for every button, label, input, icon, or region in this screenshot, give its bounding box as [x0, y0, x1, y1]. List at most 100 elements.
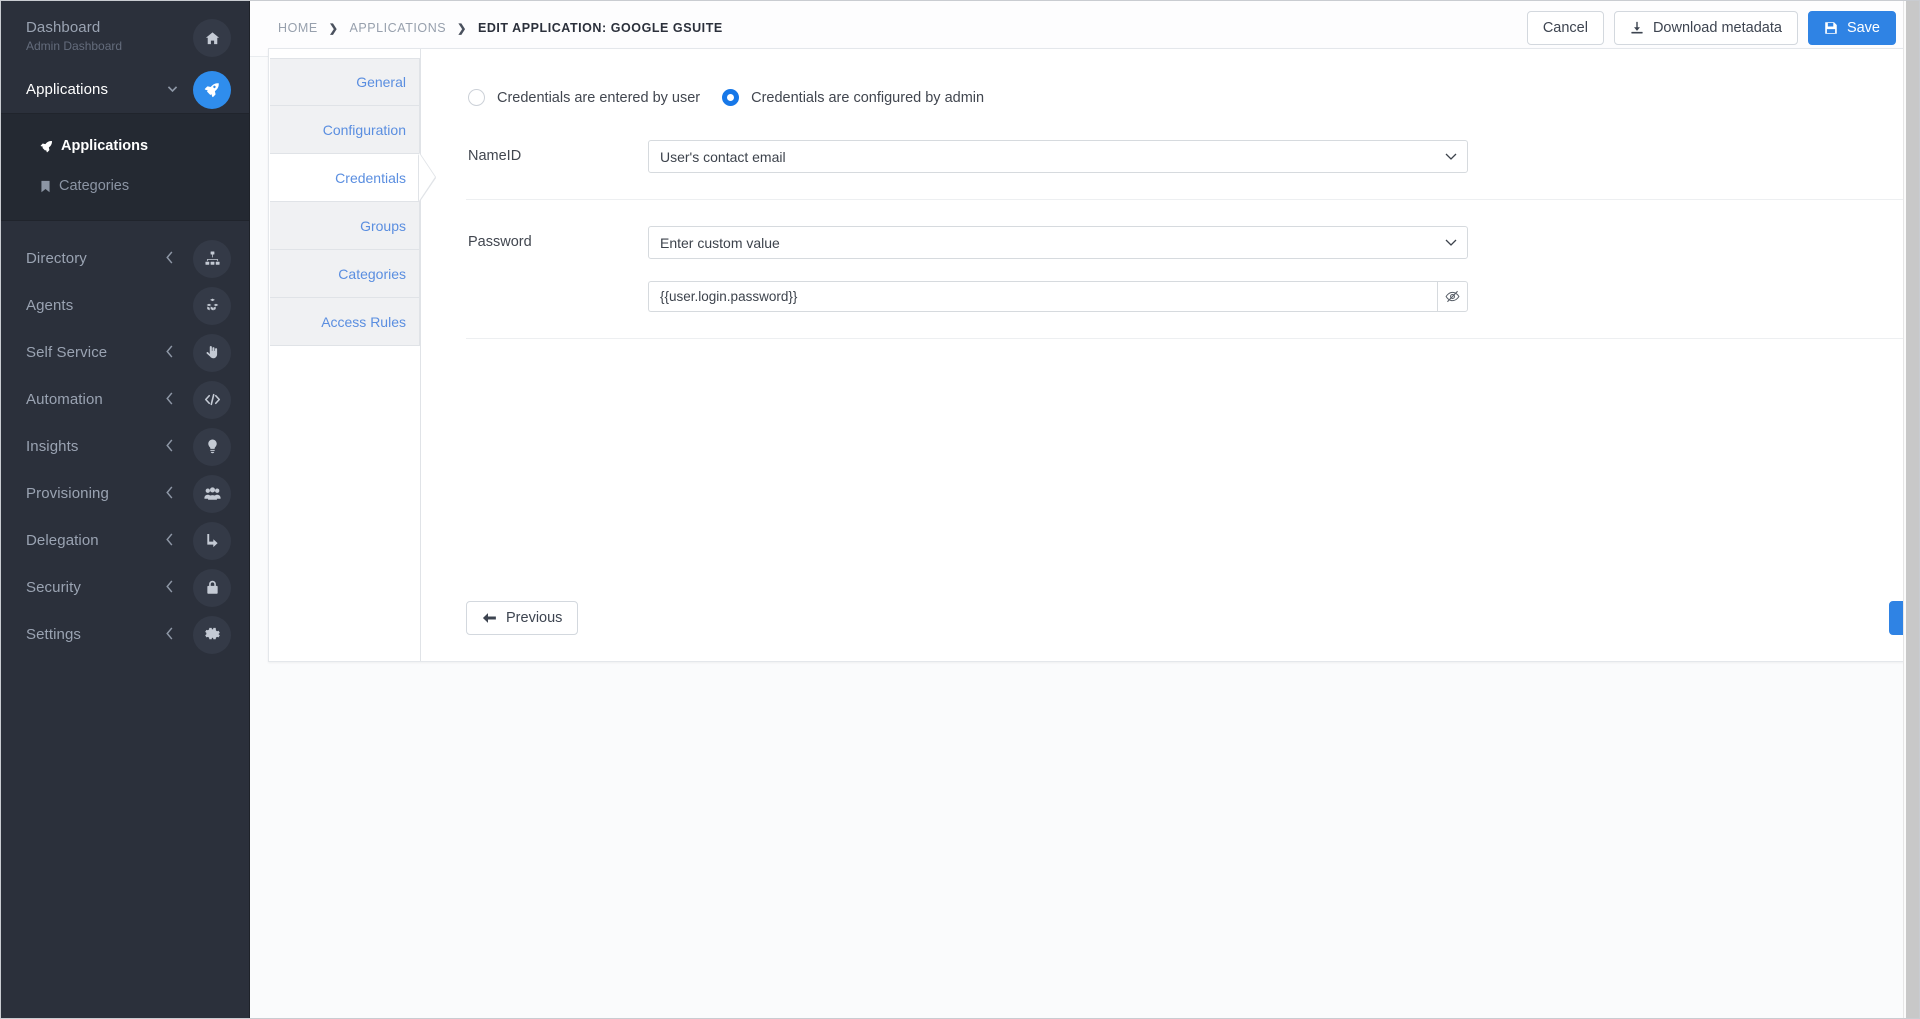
- sidebar: Dashboard Admin Dashboard Applications A…: [0, 0, 250, 1019]
- chevron-left-icon[interactable]: [165, 485, 175, 502]
- sidebar-subitem-label: Applications: [61, 138, 149, 154]
- breadcrumb-home[interactable]: HOME: [278, 21, 318, 35]
- password-field-col: Enter custom value {{user.login.password…: [648, 226, 1468, 312]
- nameid-label: NameID: [468, 148, 522, 164]
- app-root: Dashboard Admin Dashboard Applications A…: [0, 0, 1920, 1019]
- rocket-icon[interactable]: [193, 70, 231, 109]
- save-button-top[interactable]: Save: [1807, 11, 1896, 45]
- sidebar-item-label: Security: [26, 579, 81, 596]
- tab-credentials[interactable]: Credentials: [270, 153, 436, 203]
- breadcrumb-current: EDIT APPLICATION: GOOGLE GSUITE: [477, 21, 723, 35]
- credentials-mode-radio-group: Credentials are entered by user Credenti…: [466, 89, 1920, 106]
- sidebar-subitem-applications[interactable]: Applications: [0, 126, 249, 166]
- tab-groups[interactable]: Groups: [270, 202, 420, 250]
- password-input-group: {{user.login.password}}: [648, 281, 1468, 312]
- eye-slash-icon[interactable]: [1437, 281, 1468, 312]
- radio-credentials-entered-by-user[interactable]: Credentials are entered by user: [468, 89, 700, 106]
- chevron-left-icon[interactable]: [165, 250, 175, 267]
- scrollbar-thumb[interactable]: [1906, 0, 1919, 1019]
- sidebar-dashboard-subtitle: Admin Dashboard: [26, 39, 123, 53]
- vertical-scrollbar[interactable]: [1903, 0, 1920, 1019]
- sidebar-item-label: Agents: [26, 297, 74, 314]
- chevron-left-icon[interactable]: [165, 532, 175, 549]
- tab-categories[interactable]: Categories: [270, 250, 420, 298]
- rocket-icon: [40, 140, 53, 153]
- bookmark-icon: [40, 180, 51, 193]
- tab-label: Groups: [360, 217, 406, 234]
- chevron-left-icon[interactable]: [165, 579, 175, 596]
- credentials-pane: Credentials are entered by user Credenti…: [421, 49, 1920, 661]
- sidebar-item-settings[interactable]: Settings: [0, 611, 249, 658]
- radio-circle-icon[interactable]: [468, 89, 485, 106]
- previous-button-label: Previous: [506, 610, 563, 626]
- sidebar-subitem-label: Categories: [59, 178, 130, 194]
- password-custom-value-text: {{user.login.password}}: [660, 289, 798, 304]
- sidebar-item-applications[interactable]: Applications: [0, 66, 249, 113]
- code-icon[interactable]: [193, 380, 231, 419]
- cancel-button-label: Cancel: [1542, 20, 1588, 36]
- cancel-button[interactable]: Cancel: [1526, 11, 1604, 45]
- chevron-left-icon[interactable]: [165, 391, 175, 408]
- chevron-down-icon[interactable]: [166, 82, 179, 97]
- chevron-left-icon[interactable]: [165, 626, 175, 643]
- download-metadata-button[interactable]: Download metadata: [1613, 11, 1798, 45]
- tab-access-rules[interactable]: Access Rules: [270, 298, 420, 346]
- password-label: Password: [468, 234, 532, 250]
- level-down-icon[interactable]: [193, 521, 231, 560]
- chevron-left-icon[interactable]: [165, 438, 175, 455]
- password-source-value: Enter custom value: [660, 234, 780, 251]
- sidebar-item-automation[interactable]: Automation: [0, 376, 249, 423]
- home-icon[interactable]: [193, 19, 231, 57]
- nameid-select-value: User's contact email: [660, 148, 786, 165]
- form-group-nameid: NameID User's contact email: [466, 106, 1920, 200]
- main-content: HOME ❯ APPLICATIONS ❯ EDIT APPLICATION: …: [250, 0, 1920, 1019]
- chevron-right-icon: ❯: [457, 22, 467, 35]
- save-button-top-label: Save: [1846, 20, 1880, 36]
- sidebar-top: Dashboard Admin Dashboard Applications: [0, 0, 249, 113]
- lock-icon[interactable]: [193, 568, 231, 607]
- sidebar-item-directory[interactable]: Directory: [0, 235, 249, 282]
- sidebar-submenu-applications: Applications Categories: [0, 113, 249, 221]
- previous-button[interactable]: Previous: [466, 601, 579, 635]
- sidebar-item-security[interactable]: Security: [0, 564, 249, 611]
- lightbulb-icon[interactable]: [193, 427, 231, 466]
- chevron-down-icon: [1445, 150, 1457, 163]
- breadcrumb: HOME ❯ APPLICATIONS ❯ EDIT APPLICATION: …: [278, 21, 723, 35]
- password-source-select[interactable]: Enter custom value: [648, 226, 1468, 259]
- download-metadata-label: Download metadata: [1652, 20, 1782, 36]
- password-custom-value-input[interactable]: {{user.login.password}}: [648, 281, 1437, 312]
- floppy-save-icon: [1824, 21, 1838, 35]
- download-icon: [1630, 21, 1644, 35]
- sitemap-icon[interactable]: [193, 239, 231, 278]
- sidebar-item-dashboard[interactable]: Dashboard Admin Dashboard: [0, 10, 249, 66]
- tab-configuration[interactable]: Configuration: [270, 106, 420, 154]
- sidebar-item-label: Self Service: [26, 344, 108, 361]
- sidebar-item-self-service[interactable]: Self Service: [0, 329, 249, 376]
- sidebar-item-provisioning[interactable]: Provisioning: [0, 470, 249, 517]
- sidebar-main-list: Directory Agents Self Service Automation…: [0, 221, 249, 658]
- nameid-select[interactable]: User's contact email: [648, 140, 1468, 173]
- tab-label: Categories: [338, 265, 406, 282]
- sidebar-item-delegation[interactable]: Delegation: [0, 517, 249, 564]
- breadcrumb-applications[interactable]: APPLICATIONS: [349, 21, 446, 35]
- sidebar-item-insights[interactable]: Insights: [0, 423, 249, 470]
- sidebar-subitem-categories[interactable]: Categories: [0, 166, 249, 206]
- card-footer: Previous Save Next: [466, 601, 1920, 635]
- radio-label: Credentials are configured by admin: [751, 89, 985, 106]
- hand-pointer-icon[interactable]: [193, 333, 231, 372]
- chevron-left-icon[interactable]: [165, 344, 175, 361]
- edit-application-card: General Configuration Credentials Groups…: [268, 48, 1920, 662]
- form-group-password: Password Enter custom value {{user.login…: [466, 200, 1920, 339]
- sidebar-item-label: Delegation: [26, 532, 99, 549]
- radio-credentials-configured-by-admin[interactable]: Credentials are configured by admin: [722, 89, 984, 106]
- gear-icon[interactable]: [193, 615, 231, 654]
- tab-general[interactable]: General: [270, 58, 420, 106]
- sidebar-item-label: Insights: [26, 438, 79, 455]
- radio-circle-selected-icon[interactable]: [722, 89, 740, 106]
- users-icon[interactable]: [193, 474, 231, 513]
- top-actions: Cancel Download metadata Save: [1526, 11, 1896, 45]
- sidebar-item-agents[interactable]: Agents: [0, 282, 249, 329]
- sidebar-item-label: Automation: [26, 391, 103, 408]
- cubes-icon[interactable]: [193, 286, 231, 325]
- arrow-left-icon: [482, 612, 497, 624]
